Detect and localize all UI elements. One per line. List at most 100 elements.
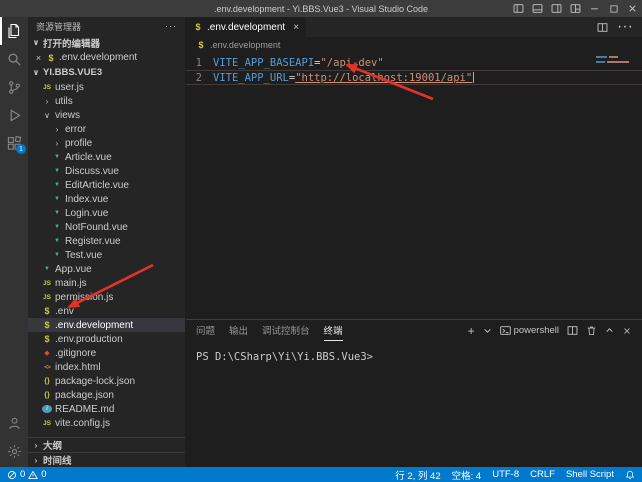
breadcrumb-file: .env.development bbox=[210, 40, 280, 50]
notifications-bell-icon[interactable] bbox=[625, 470, 635, 480]
close-panel-icon[interactable] bbox=[622, 326, 632, 336]
code-editor[interactable]: 1VITE_APP_BASEAPI="/api-dev"2VITE_APP_UR… bbox=[186, 52, 642, 319]
tree-item-NotFound.vue[interactable]: ▼NotFound.vue bbox=[28, 220, 185, 234]
tree-item-package-lock.json[interactable]: {}package-lock.json bbox=[28, 374, 185, 388]
breadcrumb[interactable]: $ .env.development bbox=[186, 37, 642, 52]
tab-env-development[interactable]: $ .env.development × bbox=[186, 17, 306, 37]
activity-explorer[interactable] bbox=[0, 17, 28, 45]
panel-tab-bar: 问题输出调试控制台终端 + powershell bbox=[186, 320, 642, 341]
warning-count: 0 bbox=[41, 469, 46, 480]
status-bar-left: 0 0 bbox=[7, 469, 47, 480]
trash-icon[interactable] bbox=[586, 325, 597, 336]
tree-item-App.vue[interactable]: ▼App.vue bbox=[28, 262, 185, 276]
chevron-down-icon: ∨ bbox=[31, 68, 41, 77]
source-control-icon bbox=[7, 80, 22, 95]
file-name: error bbox=[65, 124, 86, 135]
more-actions-icon[interactable]: ··· bbox=[165, 21, 177, 31]
chevron-down-icon[interactable] bbox=[483, 326, 492, 335]
tree-item-views[interactable]: ∨views bbox=[28, 108, 185, 122]
maximize-panel-icon[interactable] bbox=[605, 326, 614, 335]
timeline-label: 时间线 bbox=[43, 453, 72, 467]
tree-item-.env.production[interactable]: $.env.production bbox=[28, 332, 185, 346]
new-terminal-icon[interactable]: + bbox=[468, 324, 475, 338]
timeline-section-header[interactable]: › 时间线 bbox=[28, 452, 185, 467]
activity-search[interactable] bbox=[0, 45, 28, 73]
indentation-status[interactable]: 空格: 4 bbox=[452, 468, 482, 482]
minimap[interactable] bbox=[596, 56, 636, 66]
tree-item-Login.vue[interactable]: ▼Login.vue bbox=[28, 206, 185, 220]
customize-layout-icon[interactable] bbox=[566, 0, 585, 17]
tree-item-Index.vue[interactable]: ▼Index.vue bbox=[28, 192, 185, 206]
tree-item-Discuss.vue[interactable]: ▼Discuss.vue bbox=[28, 164, 185, 178]
chevron-right-icon: › bbox=[52, 139, 62, 148]
tree-item-Article.vue[interactable]: ▼Article.vue bbox=[28, 150, 185, 164]
minimap-line bbox=[596, 56, 636, 58]
terminal-shell-selector[interactable]: powershell bbox=[500, 325, 559, 336]
tree-item-permission.js[interactable]: JSpermission.js bbox=[28, 290, 185, 304]
close-tab-icon[interactable]: × bbox=[293, 22, 299, 33]
activity-run-debug[interactable] bbox=[0, 101, 28, 129]
tree-item-index.html[interactable]: <>index.html bbox=[28, 360, 185, 374]
tree-item-main.js[interactable]: JSmain.js bbox=[28, 276, 185, 290]
toggle-panel-icon[interactable] bbox=[528, 0, 547, 17]
tree-item-utils[interactable]: ›utils bbox=[28, 94, 185, 108]
tree-item-package.json[interactable]: {}package.json bbox=[28, 388, 185, 402]
tree-item-user.js[interactable]: JSuser.js bbox=[28, 80, 185, 94]
activity-extensions[interactable]: 1 bbox=[0, 129, 28, 157]
main-area: 1 资源管理器 ··· ∨ 打开的编辑器 × bbox=[0, 17, 642, 467]
js-icon: JS bbox=[42, 294, 52, 301]
outline-section-header[interactable]: › 大纲 bbox=[28, 437, 185, 452]
open-editor-item[interactable]: × $ .env.development bbox=[28, 50, 185, 65]
panel-tab-问题[interactable]: 问题 bbox=[196, 320, 215, 341]
tree-item-profile[interactable]: ›profile bbox=[28, 136, 185, 150]
toggle-secondary-sidebar-icon[interactable] bbox=[547, 0, 566, 17]
code-line-2[interactable]: 2VITE_APP_URL="http://localhost:19001/ap… bbox=[186, 70, 642, 85]
eol-status[interactable]: CRLF bbox=[530, 469, 555, 480]
terminal-prompt: PS D:\CSharp\Yi\Yi.BBS.Vue3> bbox=[196, 351, 373, 363]
panel-tab-输出[interactable]: 输出 bbox=[229, 320, 248, 341]
close-window-icon[interactable] bbox=[623, 0, 642, 17]
more-actions-icon[interactable]: ··· bbox=[617, 18, 633, 36]
env-icon: $ bbox=[42, 320, 52, 330]
project-root-label: YI.BBS.VUE3 bbox=[43, 67, 102, 78]
file-name: user.js bbox=[55, 82, 84, 93]
extensions-badge: 1 bbox=[16, 144, 26, 154]
tree-item-Test.vue[interactable]: ▼Test.vue bbox=[28, 248, 185, 262]
readme-icon: i bbox=[42, 405, 52, 413]
tree-item-error[interactable]: ›error bbox=[28, 122, 185, 136]
cursor-position-status[interactable]: 行 2, 列 42 bbox=[395, 468, 440, 482]
panel-tab-终端[interactable]: 终端 bbox=[324, 320, 343, 341]
file-name: .gitignore bbox=[55, 348, 96, 359]
toggle-sidebar-icon[interactable] bbox=[509, 0, 528, 17]
settings-button[interactable] bbox=[0, 437, 28, 465]
tree-item-.gitignore[interactable]: ◆.gitignore bbox=[28, 346, 185, 360]
project-root-header[interactable]: ∨ YI.BBS.VUE3 bbox=[28, 65, 185, 80]
language-mode-status[interactable]: Shell Script bbox=[566, 469, 614, 480]
file-tree: JSuser.js›utils∨views›error›profile▼Arti… bbox=[28, 80, 185, 437]
split-terminal-icon[interactable] bbox=[567, 325, 578, 336]
tree-item-Register.vue[interactable]: ▼Register.vue bbox=[28, 234, 185, 248]
problems-status[interactable]: 0 0 bbox=[7, 469, 47, 480]
tree-item-.env.development[interactable]: $.env.development bbox=[28, 318, 185, 332]
tree-item-vite.config.js[interactable]: JSvite.config.js bbox=[28, 416, 185, 430]
maximize-icon[interactable] bbox=[604, 0, 623, 17]
open-editors-label: 打开的编辑器 bbox=[43, 36, 100, 50]
env-icon: $ bbox=[42, 334, 52, 344]
json-icon: {} bbox=[42, 392, 52, 399]
code-line-1[interactable]: 1VITE_APP_BASEAPI="/api-dev" bbox=[186, 55, 642, 70]
open-editors-header[interactable]: ∨ 打开的编辑器 bbox=[28, 35, 185, 50]
panel-tab-调试控制台[interactable]: 调试控制台 bbox=[262, 320, 310, 341]
terminal-output[interactable]: PS D:\CSharp\Yi\Yi.BBS.Vue3> bbox=[186, 341, 642, 467]
tree-item-.env[interactable]: $.env bbox=[28, 304, 185, 318]
tree-item-README.md[interactable]: iREADME.md bbox=[28, 402, 185, 416]
git-icon: ◆ bbox=[42, 349, 52, 357]
file-name: EditArticle.vue bbox=[65, 180, 129, 191]
encoding-status[interactable]: UTF-8 bbox=[492, 469, 519, 480]
account-button[interactable] bbox=[0, 409, 28, 437]
file-name: Article.vue bbox=[65, 152, 112, 163]
split-editor-icon[interactable] bbox=[597, 22, 608, 33]
tree-item-EditArticle.vue[interactable]: ▼EditArticle.vue bbox=[28, 178, 185, 192]
close-icon[interactable]: × bbox=[34, 53, 43, 63]
minimize-icon[interactable] bbox=[585, 0, 604, 17]
activity-source-control[interactable] bbox=[0, 73, 28, 101]
